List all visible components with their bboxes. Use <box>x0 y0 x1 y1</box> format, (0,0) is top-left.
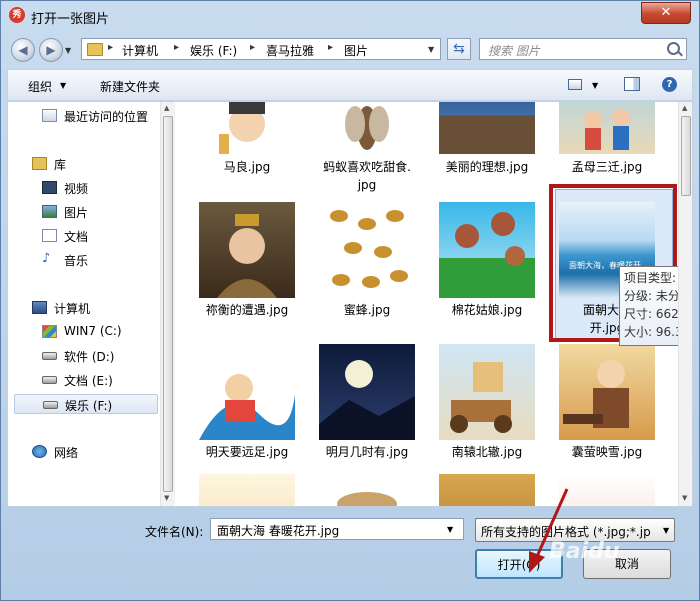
annotation-arrow <box>529 488 569 573</box>
open-image-dialog: 秀 打开一张图片 ✕ ◀ ▶ ▼ ▸ 计算机 ▸ 娱乐 (F:) ▸ 喜马拉雅 … <box>0 0 700 601</box>
